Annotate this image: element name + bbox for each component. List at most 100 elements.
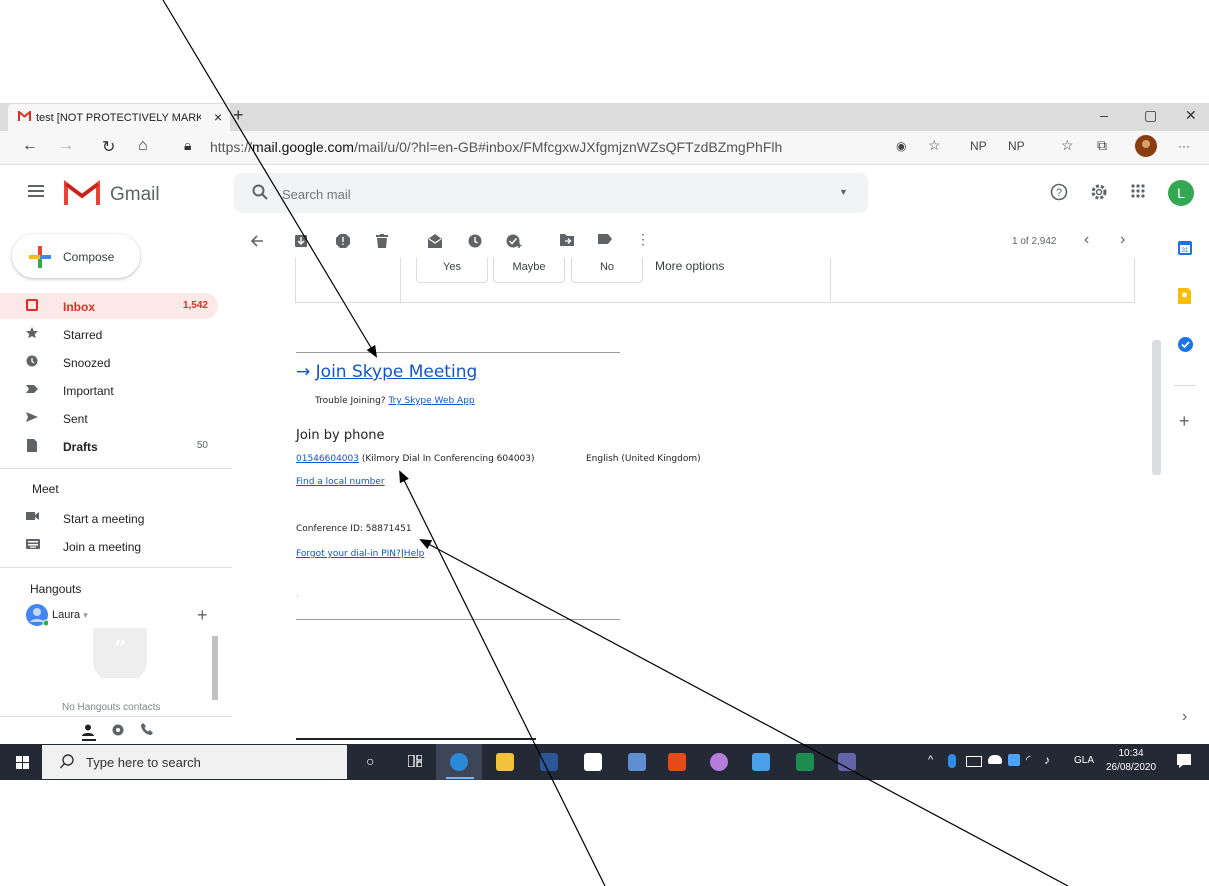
task-view-icon[interactable] [408, 755, 422, 767]
hangouts-user-avatar[interactable] [26, 604, 48, 626]
main-menu-icon[interactable] [28, 184, 44, 198]
dropbox-tray-icon[interactable] [1008, 754, 1020, 766]
sidebar-item-starred[interactable]: Starred [0, 321, 218, 347]
wifi-icon[interactable]: ◜ [1026, 753, 1030, 766]
search-icon[interactable] [252, 184, 268, 200]
rsvp-more-options-button[interactable]: More options [655, 258, 724, 274]
hangouts-phone-icon[interactable] [141, 723, 153, 735]
edge-browser-icon[interactable] [450, 753, 468, 771]
store-bag-icon[interactable] [584, 753, 602, 771]
forgot-pin-link[interactable]: Forgot your dial-in PIN? [296, 549, 401, 559]
join-skype-meeting-link[interactable]: Join Skype Meeting [316, 362, 478, 382]
onedrive-cloud-icon[interactable] [988, 755, 1002, 764]
label-tag-icon[interactable] [598, 234, 612, 244]
tracking-prevention-icon[interactable]: ◉ [896, 139, 906, 153]
back-arrow-icon[interactable]: ← [22, 137, 38, 155]
hangouts-add-button[interactable]: + [197, 605, 208, 626]
sidebar-item-drafts[interactable]: Drafts 50 [0, 433, 218, 459]
windows-start-icon[interactable] [16, 756, 29, 769]
url-field[interactable]: https://mail.google.com/mail/u/0/?hl=en-… [210, 139, 782, 155]
favorite-star-icon[interactable]: ☆ [928, 137, 941, 154]
hangouts-conversation-icon[interactable] [112, 724, 124, 736]
find-local-number-link[interactable]: Find a local number [296, 477, 385, 487]
itunes-icon[interactable] [710, 753, 728, 771]
extension-np-1[interactable]: NP [970, 139, 987, 153]
show-side-panel-button[interactable]: › [1182, 708, 1187, 726]
office-icon[interactable] [668, 753, 686, 771]
calendar-icon[interactable]: 31 [1178, 240, 1192, 255]
more-actions-icon[interactable]: ⋮ [636, 231, 650, 248]
bluetooth-icon[interactable] [948, 754, 956, 768]
home-icon[interactable]: ⌂ [138, 137, 148, 155]
snooze-clock-icon[interactable] [468, 234, 482, 248]
rsvp-yes-button[interactable]: Yes [416, 258, 488, 283]
taskbar-search-box[interactable]: Type here to search [42, 745, 347, 779]
more-menu-icon[interactable]: ··· [1178, 139, 1190, 153]
account-avatar[interactable]: L [1168, 180, 1194, 206]
input-language[interactable]: GLA [1074, 755, 1094, 766]
settings-gear-icon[interactable] [1090, 183, 1108, 201]
sidebar-divider [0, 567, 232, 568]
forward-arrow-icon[interactable]: → [58, 137, 74, 155]
minimize-button[interactable]: – [1100, 107, 1108, 123]
favorites-icon[interactable]: ☆ [1061, 137, 1074, 154]
older-button[interactable]: ‹ [1084, 231, 1089, 249]
hangouts-user-name[interactable]: Laura ▾ [52, 609, 88, 621]
phone-number-link[interactable]: 01546604003 [296, 454, 359, 464]
extension-np-2[interactable]: NP [1008, 139, 1025, 153]
teams-icon[interactable] [838, 753, 856, 771]
compose-button[interactable]: Compose [12, 234, 140, 278]
dropbox-icon[interactable] [752, 753, 770, 771]
apps-grid-icon[interactable] [1130, 183, 1146, 199]
tasks-icon[interactable] [1178, 337, 1193, 352]
lock-icon[interactable]: 🔒︎ [184, 137, 191, 154]
refresh-icon[interactable]: ↻ [102, 137, 115, 157]
profile-avatar-icon[interactable] [1135, 135, 1157, 157]
word-icon[interactable] [540, 753, 558, 771]
collections-icon[interactable]: ⧉ [1097, 137, 1107, 154]
search-input[interactable] [280, 184, 824, 204]
taskbar-clock[interactable]: 10:34 26/08/2020 [1104, 747, 1158, 775]
rsvp-no-button[interactable]: No [571, 258, 643, 283]
newer-button[interactable]: › [1120, 231, 1125, 249]
archive-icon[interactable] [294, 234, 308, 248]
mail-icon[interactable] [628, 753, 646, 771]
get-add-ons-button[interactable]: + [1179, 411, 1190, 432]
sidebar-item-important[interactable]: Important [0, 377, 218, 403]
search-options-icon[interactable]: ▼ [839, 187, 848, 197]
gmail-logo-icon[interactable] [64, 179, 100, 207]
maximize-button[interactable]: ▢ [1144, 107, 1157, 124]
new-tab-button[interactable]: + [233, 105, 244, 126]
hangouts-scrollbar[interactable] [212, 636, 218, 700]
sidebar-item-inbox[interactable]: Inbox 1,542 [0, 293, 218, 319]
meet-start-meeting[interactable]: Start a meeting [0, 505, 218, 531]
try-skype-web-app-link[interactable]: Try Skype Web App [388, 396, 474, 406]
file-explorer-icon[interactable] [496, 753, 514, 771]
delete-trash-icon[interactable] [376, 234, 388, 248]
move-to-folder-icon[interactable] [560, 234, 574, 246]
hangouts-contacts-tab-icon[interactable] [82, 724, 94, 736]
rsvp-maybe-button[interactable]: Maybe [493, 258, 565, 283]
arrow-to-phone-number [399, 470, 606, 886]
tab-close-icon[interactable]: × [214, 109, 222, 125]
help-icon[interactable]: ? [1050, 183, 1068, 201]
volume-icon[interactable]: ♪ [1044, 753, 1050, 767]
back-to-inbox-icon[interactable] [250, 234, 264, 248]
notification-center-icon[interactable] [1176, 753, 1192, 769]
help-link[interactable]: Help [404, 549, 425, 559]
search-bar[interactable]: ▼ [234, 173, 868, 213]
add-to-tasks-icon[interactable] [506, 234, 522, 248]
join-skype-meeting[interactable]: → Join Skype Meeting [296, 362, 477, 382]
meet-join-meeting[interactable]: Join a meeting [0, 533, 218, 559]
browser-tab[interactable]: test [NOT PROTECTIVELY MARKE × [8, 104, 230, 132]
mark-unread-icon[interactable] [428, 234, 442, 248]
close-window-button[interactable]: ✕ [1185, 107, 1197, 124]
sidebar-item-snoozed[interactable]: Snoozed [0, 349, 218, 375]
report-spam-icon[interactable] [336, 234, 350, 248]
sidebar-item-sent[interactable]: Sent [0, 405, 218, 431]
project-icon[interactable] [796, 753, 814, 771]
show-hidden-icons-icon[interactable]: ^ [928, 754, 933, 766]
cortana-circle-icon[interactable]: ○ [366, 753, 374, 769]
keep-notes-icon[interactable] [1178, 288, 1191, 304]
battery-icon[interactable] [966, 756, 982, 767]
